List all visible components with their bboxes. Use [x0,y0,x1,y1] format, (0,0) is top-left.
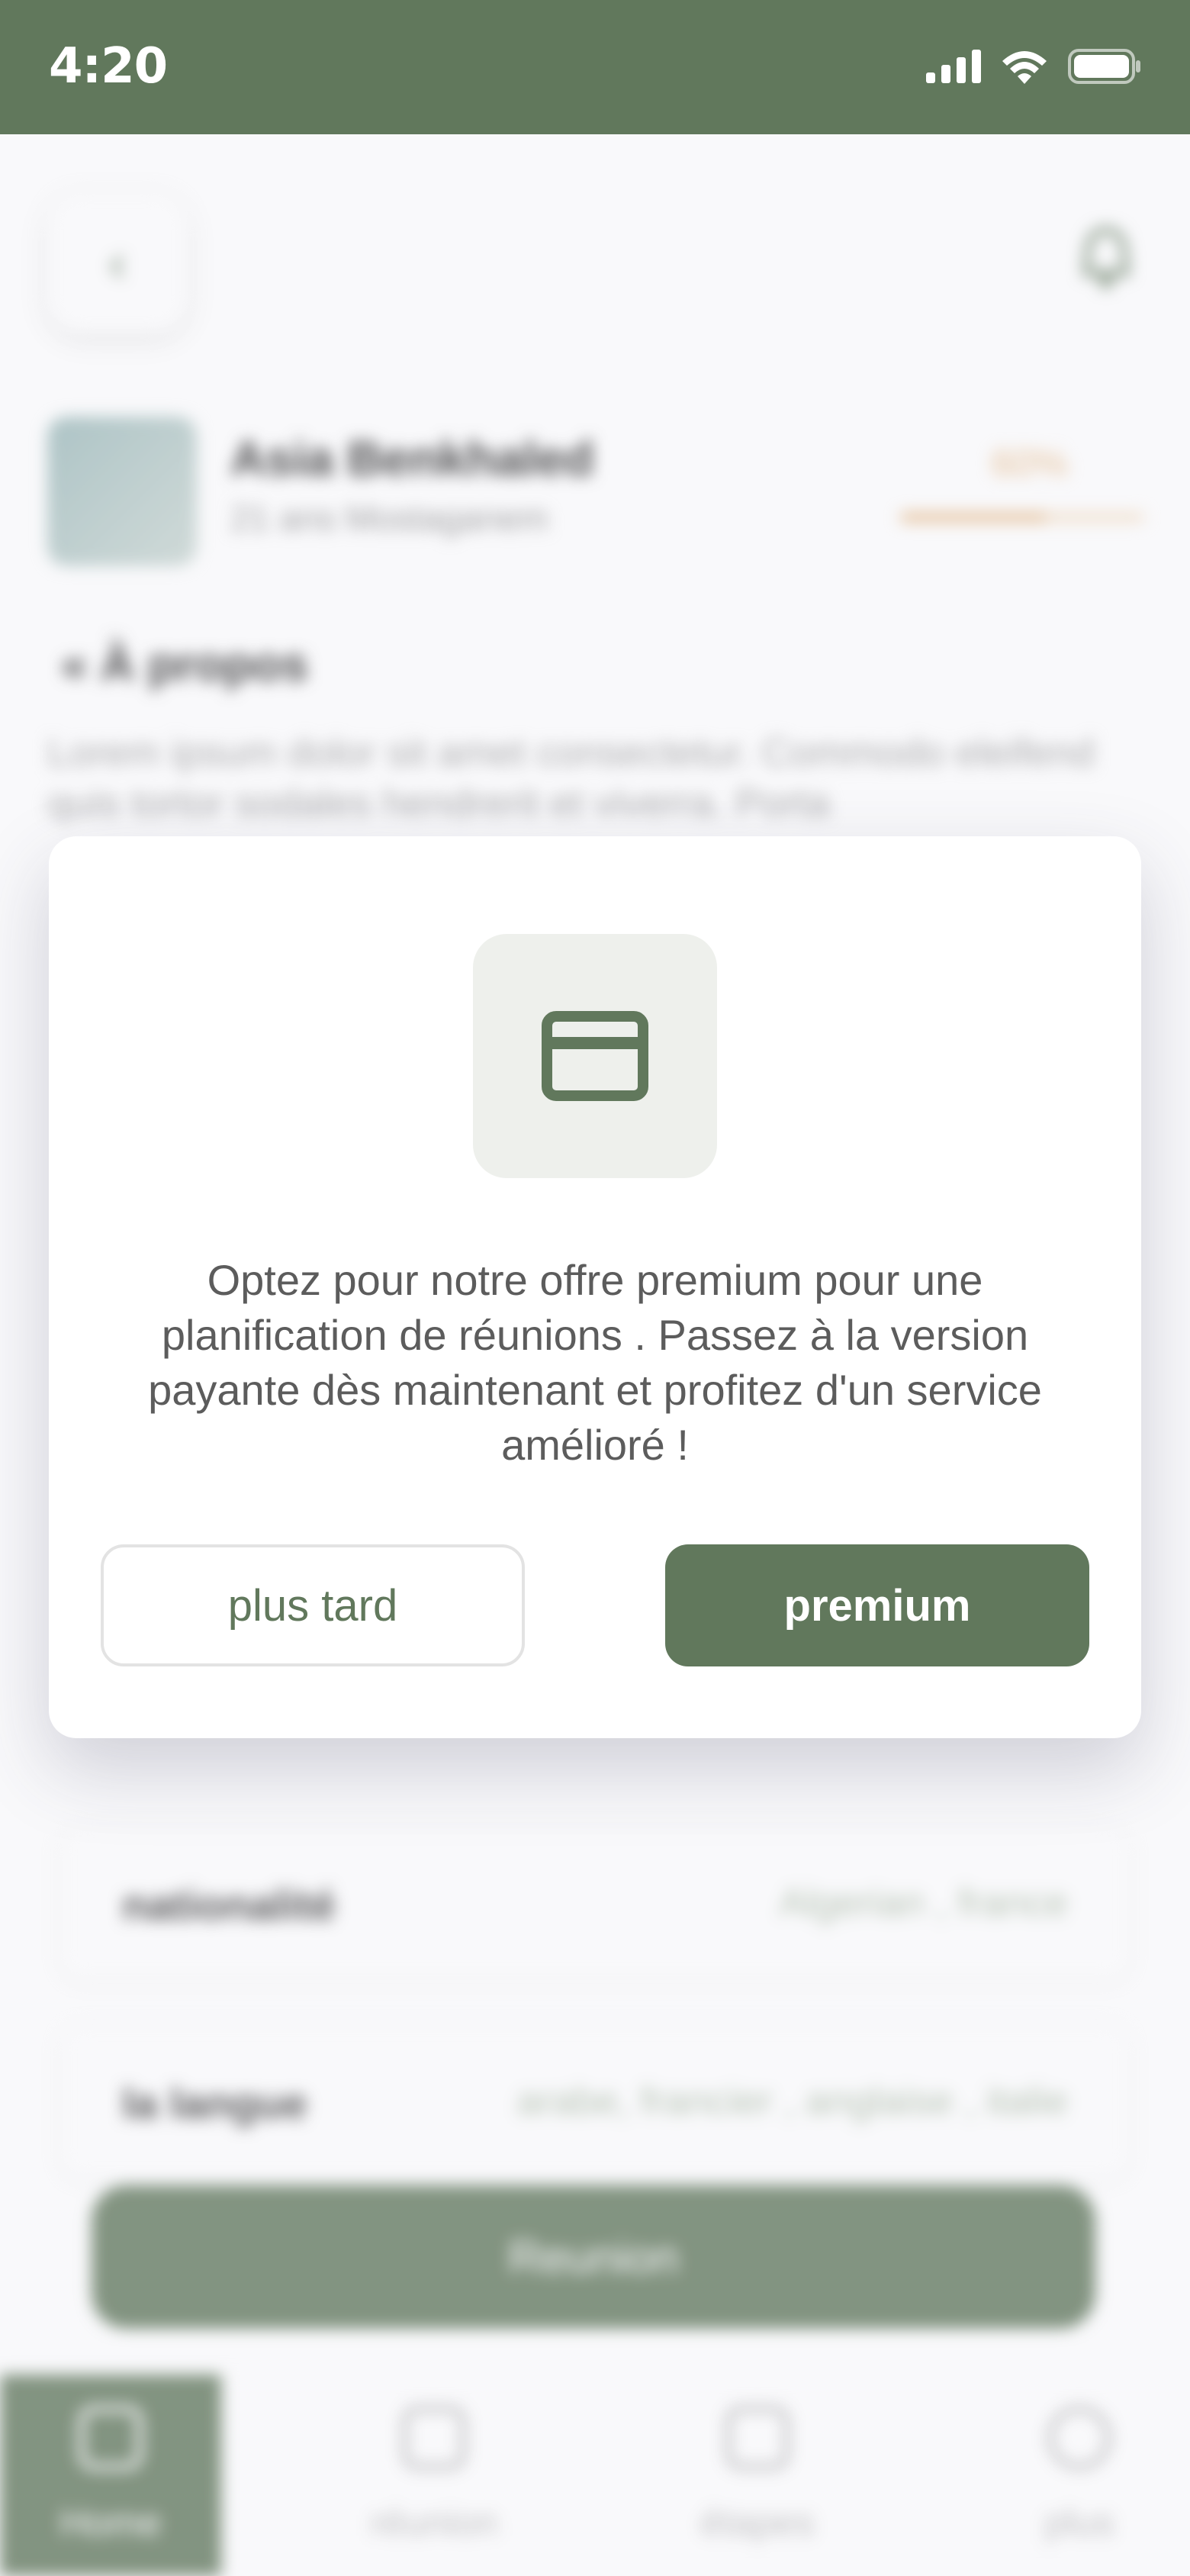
modal-icon-container [473,934,717,1178]
premium-button[interactable]: premium [665,1544,1089,1666]
premium-modal: Optez pour notre offre premium pour une … [49,836,1141,1738]
signal-icon [926,50,981,83]
status-icons [926,49,1141,84]
wifi-icon [1002,51,1047,84]
battery-icon [1068,49,1140,84]
later-button[interactable]: plus tard [101,1544,525,1666]
status-bar: 4:20 [0,0,1190,134]
credit-card-icon [542,1011,648,1101]
status-time: 4:20 [49,38,168,95]
modal-message: Optez pour notre offre premium pour une … [148,1256,1042,1469]
